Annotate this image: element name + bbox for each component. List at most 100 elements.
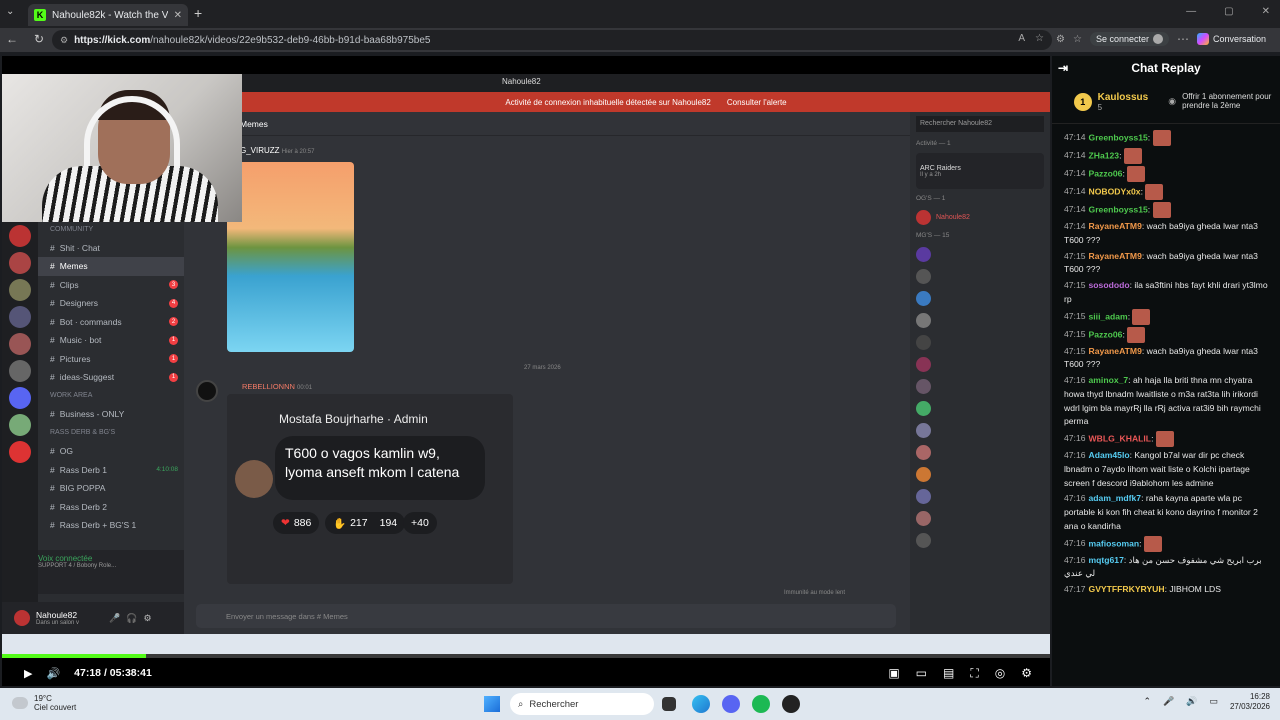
- channel-item[interactable]: # Designers 4: [38, 294, 184, 313]
- app-icon[interactable]: [782, 695, 800, 713]
- spotify-icon[interactable]: [752, 695, 770, 713]
- mic-icon[interactable]: 🎤: [109, 613, 120, 624]
- alert-link[interactable]: Consulter l'alerte: [727, 98, 787, 107]
- meme-screenshot[interactable]: Mostafa Boujrharhe · Admin T600 o vagos …: [227, 394, 513, 584]
- member-item[interactable]: [910, 529, 1050, 551]
- chat-username[interactable]: WBLG_KHALIL: [1089, 433, 1152, 443]
- chat-username[interactable]: sosododo: [1089, 280, 1130, 290]
- message-author[interactable]: G_VIRUZZ Hier à 20:57: [240, 146, 314, 155]
- member-item[interactable]: [910, 265, 1050, 287]
- channel-item[interactable]: # Bot · commands 2: [38, 313, 184, 332]
- headphones-icon[interactable]: 🎧: [126, 613, 137, 624]
- server-icon[interactable]: [9, 333, 31, 355]
- discord-icon[interactable]: [722, 695, 740, 713]
- tab-list-icon[interactable]: ⌄: [6, 6, 14, 17]
- chat-username[interactable]: Greenboyss15: [1089, 132, 1148, 142]
- server-icon[interactable]: [9, 225, 31, 247]
- chat-username[interactable]: Adam45lo: [1089, 450, 1130, 460]
- gift-text[interactable]: Offrir 1 abonnement pour prendre la 2ème: [1182, 92, 1280, 111]
- avatar[interactable]: [196, 380, 218, 402]
- video-player[interactable]: Nahoule82 Activité de connexion inhabitu…: [2, 56, 1050, 686]
- member-item[interactable]: [910, 397, 1050, 419]
- new-tab-button[interactable]: +: [194, 5, 202, 21]
- member-item[interactable]: [910, 309, 1050, 331]
- chat-username[interactable]: adam_mdfk7: [1089, 493, 1142, 503]
- chat-username[interactable]: siii_adam: [1089, 311, 1128, 321]
- speed-icon[interactable]: ◎: [995, 666, 1005, 681]
- activity-card[interactable]: ARC Raiders Il y a 2h: [916, 153, 1044, 189]
- volume-icon[interactable]: 🔊: [46, 667, 60, 680]
- clock[interactable]: 16:28 27/03/2026: [1230, 692, 1270, 711]
- channel-category[interactable]: RASS DERB & BG'S: [38, 424, 184, 443]
- member-item[interactable]: [910, 243, 1050, 265]
- copilot-button[interactable]: Conversation: [1196, 33, 1266, 45]
- taskbar-search[interactable]: ⌕ Rechercher: [510, 693, 654, 715]
- server-icon[interactable]: [9, 360, 31, 382]
- pip-icon[interactable]: ▣: [888, 666, 899, 681]
- channel-item[interactable]: # Business - ONLY: [38, 405, 184, 424]
- windows-start-icon[interactable]: [484, 696, 500, 712]
- fullscreen-icon[interactable]: ⛶: [970, 666, 978, 681]
- member-item[interactable]: [910, 331, 1050, 353]
- member-item[interactable]: [910, 353, 1050, 375]
- server-icon[interactable]: [9, 306, 31, 328]
- progress-bar[interactable]: [2, 654, 1050, 658]
- server-icon[interactable]: [9, 441, 31, 463]
- chat-username[interactable]: Greenboyss15: [1089, 204, 1148, 214]
- chat-username[interactable]: Pazzo06: [1089, 168, 1123, 178]
- battery-icon[interactable]: ▭: [1209, 696, 1218, 707]
- close-window-icon[interactable]: ✕: [1262, 6, 1270, 17]
- edge-icon[interactable]: [692, 695, 710, 713]
- chat-username[interactable]: NOBODYx0x: [1089, 186, 1141, 196]
- favorites-icon[interactable]: ☆: [1073, 34, 1082, 45]
- channel-item[interactable]: # Shit · Chat: [38, 239, 184, 258]
- signin-button[interactable]: Se connecter: [1089, 32, 1169, 46]
- channel-item[interactable]: # Memes: [38, 257, 184, 276]
- channel-item[interactable]: # Clips 3: [38, 276, 184, 295]
- avatar[interactable]: [14, 610, 30, 626]
- message-author[interactable]: REBELLIONNN 00:01: [242, 382, 312, 391]
- channel-item[interactable]: # Music · bot 1: [38, 331, 184, 350]
- chat-username[interactable]: GVYTFFRKYRYUH: [1089, 584, 1165, 594]
- channel-item[interactable]: # OG: [38, 442, 184, 461]
- back-icon[interactable]: ←: [6, 32, 18, 46]
- member-item[interactable]: [910, 419, 1050, 441]
- settings-icon[interactable]: ⚙: [1021, 666, 1032, 681]
- mini-player-icon[interactable]: ▤: [943, 666, 954, 681]
- search-input[interactable]: Rechercher Nahoule82: [916, 116, 1044, 132]
- channel-item[interactable]: # BIG POPPA: [38, 479, 184, 498]
- maximize-icon[interactable]: ▢: [1224, 6, 1233, 17]
- gift-user[interactable]: Kaulossus: [1098, 92, 1149, 103]
- extensions-icon[interactable]: ⚙: [1056, 34, 1065, 45]
- minimize-icon[interactable]: —: [1186, 6, 1196, 17]
- refresh-icon[interactable]: ↻: [34, 32, 44, 46]
- mic-icon[interactable]: 🎤: [1163, 696, 1174, 707]
- chat-username[interactable]: mqtg617: [1089, 555, 1124, 565]
- member-item[interactable]: Nahoule82: [910, 206, 1050, 228]
- chat-username[interactable]: Pazzo06: [1089, 329, 1123, 339]
- browser-tab[interactable]: K Nahoule82k - Watch the VOD on K ✕: [28, 4, 188, 26]
- task-view-icon[interactable]: [662, 697, 676, 711]
- channel-item[interactable]: # Rass Derb 1 4:10:08: [38, 461, 184, 480]
- favorite-icon[interactable]: ☆: [1035, 33, 1044, 44]
- server-icon[interactable]: [9, 387, 31, 409]
- volume-icon[interactable]: 🔊: [1186, 696, 1197, 707]
- member-item[interactable]: [910, 485, 1050, 507]
- chat-username[interactable]: ZHa123: [1089, 150, 1120, 160]
- play-icon[interactable]: ▶: [24, 667, 32, 680]
- member-item[interactable]: [910, 441, 1050, 463]
- chat-username[interactable]: RayaneATM9: [1089, 251, 1142, 261]
- server-icon[interactable]: [9, 252, 31, 274]
- member-item[interactable]: [910, 287, 1050, 309]
- tray-arrow-icon[interactable]: ⌃: [1143, 696, 1151, 707]
- collapse-chat-icon[interactable]: ⇥: [1058, 61, 1068, 75]
- channel-item[interactable]: # Rass Derb 2: [38, 498, 184, 517]
- server-icon[interactable]: [9, 279, 31, 301]
- member-item[interactable]: [910, 507, 1050, 529]
- channel-item[interactable]: # ideas-Suggest 1: [38, 368, 184, 387]
- theater-icon[interactable]: ▭: [916, 666, 927, 681]
- channel-item[interactable]: # Rass Derb + BG'S 1: [38, 516, 184, 535]
- server-icon[interactable]: [9, 414, 31, 436]
- member-item[interactable]: [910, 375, 1050, 397]
- more-icon[interactable]: ⋯: [1177, 32, 1189, 46]
